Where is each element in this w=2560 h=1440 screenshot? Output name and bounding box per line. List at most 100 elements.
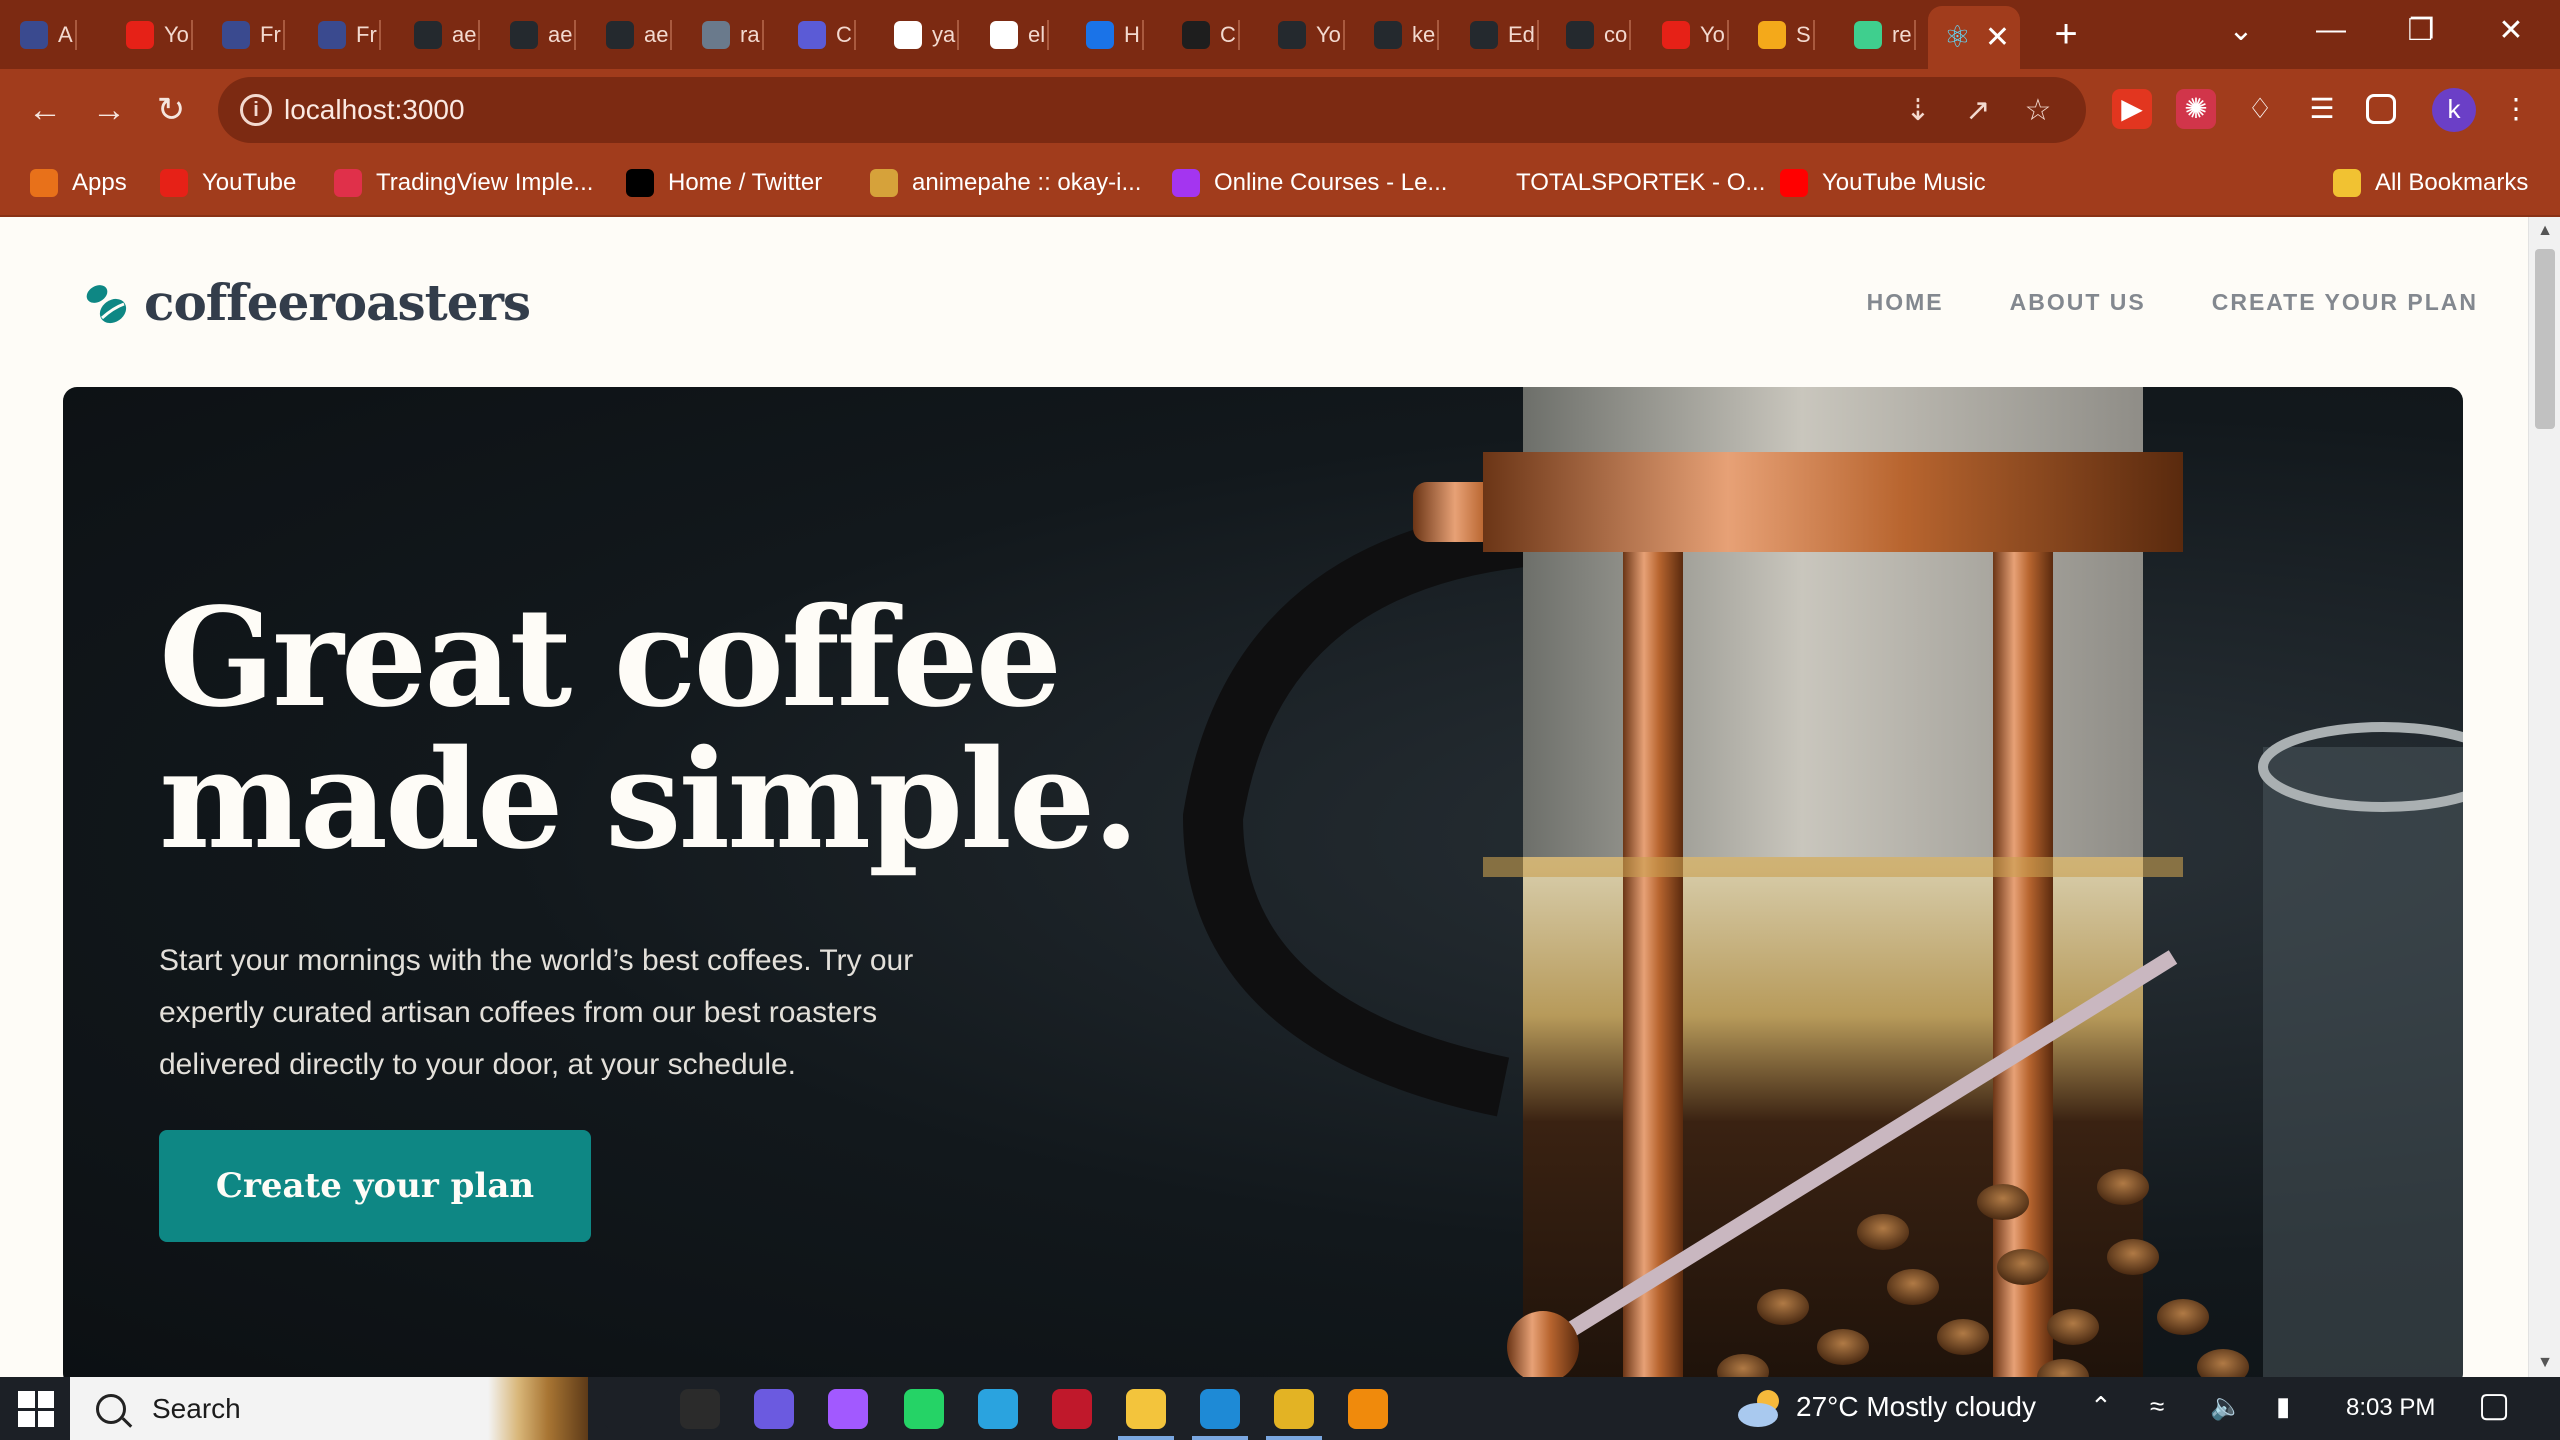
browser-tab[interactable]: ae xyxy=(510,10,577,59)
show-hidden-icons-icon[interactable]: ⌃ xyxy=(2090,1391,2112,1422)
weather-cloud-icon[interactable] xyxy=(1734,1387,1788,1429)
side-panel-icon[interactable] xyxy=(2366,94,2396,124)
new-tab-button[interactable]: + xyxy=(2044,12,2088,56)
close-window-icon[interactable]: ✕ xyxy=(2466,0,2556,60)
browser-tab[interactable]: Yo xyxy=(126,10,193,59)
minimize-icon[interactable]: — xyxy=(2286,0,2376,60)
nav-about-us[interactable]: ABOUT US xyxy=(2010,289,2146,316)
search-label: Search xyxy=(152,1392,241,1424)
bookmark-item[interactable]: animepahe :: okay-i... xyxy=(870,163,1141,203)
notifications-icon[interactable]: ▢ xyxy=(2478,1385,2510,1425)
browser-tab[interactable]: H xyxy=(1086,10,1144,59)
battery-icon[interactable]: ▮ xyxy=(2276,1391,2290,1422)
bookmark-item[interactable]: Online Courses - Le... xyxy=(1172,163,1447,203)
search-highlight-image xyxy=(488,1377,588,1440)
browser-menu-icon[interactable]: ⋮ xyxy=(2496,89,2536,129)
tab-search-icon[interactable]: ⌄ xyxy=(2196,0,2286,60)
site-logo[interactable]: coffeeroasters xyxy=(80,273,531,332)
wifi-icon[interactable]: ≈ xyxy=(2150,1391,2164,1422)
taskbar-search[interactable]: Search xyxy=(70,1377,588,1440)
create-plan-button[interactable]: Create your plan xyxy=(159,1130,591,1242)
tab-favicon-icon xyxy=(318,20,346,49)
whatsapp-icon[interactable] xyxy=(904,1389,944,1429)
address-bar[interactable]: i ⇣ ↗ ☆ xyxy=(218,77,2086,143)
media-player-icon[interactable] xyxy=(754,1389,794,1429)
bookmark-label: Apps xyxy=(72,169,127,196)
windows-start-icon[interactable] xyxy=(18,1391,54,1427)
bookmark-item[interactable]: Home / Twitter xyxy=(626,163,822,203)
forward-button[interactable]: → xyxy=(84,85,134,135)
active-tab[interactable]: ⚛ ✕ xyxy=(1928,6,2020,69)
browser-tab[interactable]: co xyxy=(1566,10,1632,59)
terminal-icon[interactable] xyxy=(1052,1389,1092,1429)
browser-tab[interactable]: S xyxy=(1758,10,1815,59)
restore-icon[interactable]: ❐ xyxy=(2376,0,2466,60)
scrollbar-thumb[interactable] xyxy=(2535,249,2555,429)
weather-text[interactable]: 27°C Mostly cloudy xyxy=(1796,1391,2036,1423)
bookmark-label: Online Courses - Le... xyxy=(1214,169,1448,196)
tab-favicon-icon xyxy=(1854,20,1882,49)
page-scrollbar[interactable]: ▲ ▼ xyxy=(2528,217,2560,1377)
tab-divider xyxy=(478,20,481,50)
chrome-icon[interactable] xyxy=(1274,1389,1314,1429)
scroll-up-icon[interactable]: ▲ xyxy=(2529,217,2560,245)
vscode-icon[interactable] xyxy=(1200,1389,1240,1429)
browser-tab[interactable]: Yo xyxy=(1278,10,1345,59)
vlc-icon[interactable] xyxy=(1348,1389,1388,1429)
task-view-icon[interactable] xyxy=(604,1389,644,1429)
running-app-indicator xyxy=(1266,1436,1322,1440)
reload-button[interactable]: ↻ xyxy=(146,85,196,135)
extension-bug-icon[interactable]: ✺ xyxy=(2176,89,2216,129)
url-input[interactable] xyxy=(284,89,1784,131)
back-button[interactable]: ← xyxy=(20,85,70,135)
main-nav: HOME ABOUT US CREATE YOUR PLAN xyxy=(1867,289,2478,316)
tab-divider xyxy=(282,20,285,50)
close-tab-icon[interactable]: ✕ xyxy=(1985,20,2010,55)
bookmark-star-icon[interactable]: ☆ xyxy=(2018,91,2058,131)
telegram-icon[interactable] xyxy=(978,1389,1018,1429)
browser-tab[interactable]: ke xyxy=(1374,10,1440,59)
app-icon[interactable] xyxy=(680,1389,720,1429)
tab-divider xyxy=(1536,20,1539,50)
browser-tab[interactable]: C xyxy=(1182,10,1240,59)
tab-favicon-icon xyxy=(1374,20,1402,49)
tab-label: ya xyxy=(932,21,956,47)
bookmark-item[interactable]: Apps xyxy=(30,163,127,203)
tab-label: co xyxy=(1604,21,1628,47)
bookmark-label: TradingView Imple... xyxy=(376,169,594,196)
tab-label: C xyxy=(836,21,852,47)
windows-taskbar: Search 27°C Mostly cloudy ⌃ ≈ 🔈 ▮ 8:03 P… xyxy=(0,1377,2560,1440)
all-bookmarks[interactable]: All Bookmarks xyxy=(2333,163,2528,203)
nav-home[interactable]: HOME xyxy=(1867,289,1944,316)
extensions-puzzle-icon[interactable]: ♢ xyxy=(2240,89,2280,129)
share-icon[interactable]: ↗ xyxy=(1958,91,1998,131)
clock-time[interactable]: 8:03 PM xyxy=(2346,1394,2435,1422)
browser-tab[interactable]: el xyxy=(990,10,1050,59)
browser-tab[interactable]: Yo xyxy=(1662,10,1729,59)
scroll-down-icon[interactable]: ▼ xyxy=(2529,1349,2560,1377)
file-explorer-icon[interactable] xyxy=(1126,1389,1166,1429)
browser-tab[interactable]: ae xyxy=(414,10,481,59)
nav-create-plan[interactable]: CREATE YOUR PLAN xyxy=(2212,289,2478,316)
browser-tab[interactable]: re xyxy=(1854,10,1916,59)
browser-tab[interactable]: ae xyxy=(606,10,673,59)
figma-icon[interactable] xyxy=(828,1389,868,1429)
install-app-icon[interactable]: ⇣ xyxy=(1898,91,1938,131)
volume-icon[interactable]: 🔈 xyxy=(2210,1391,2242,1422)
tab-favicon-icon xyxy=(1758,20,1786,49)
bookmark-item[interactable]: TOTALSPORTEK - O... xyxy=(1474,163,1765,203)
media-controls-icon[interactable]: ☰ xyxy=(2302,89,2342,129)
browser-tab[interactable]: Fr xyxy=(318,10,381,59)
browser-tab[interactable]: A xyxy=(20,10,77,59)
browser-tab[interactable]: C xyxy=(798,10,856,59)
bookmark-item[interactable]: YouTube xyxy=(160,163,296,203)
browser-tab[interactable]: ya xyxy=(894,10,960,59)
extension-shield-icon[interactable]: ▶ xyxy=(2112,89,2152,129)
browser-tab[interactable]: Ed xyxy=(1470,10,1539,59)
browser-tab[interactable]: Fr xyxy=(222,10,285,59)
bookmark-item[interactable]: TradingView Imple... xyxy=(334,163,593,203)
bookmark-item[interactable]: YouTube Music xyxy=(1780,163,1986,203)
site-info-icon[interactable]: i xyxy=(240,94,272,126)
profile-avatar[interactable]: k xyxy=(2432,88,2476,132)
browser-tab[interactable]: ra xyxy=(702,10,764,59)
